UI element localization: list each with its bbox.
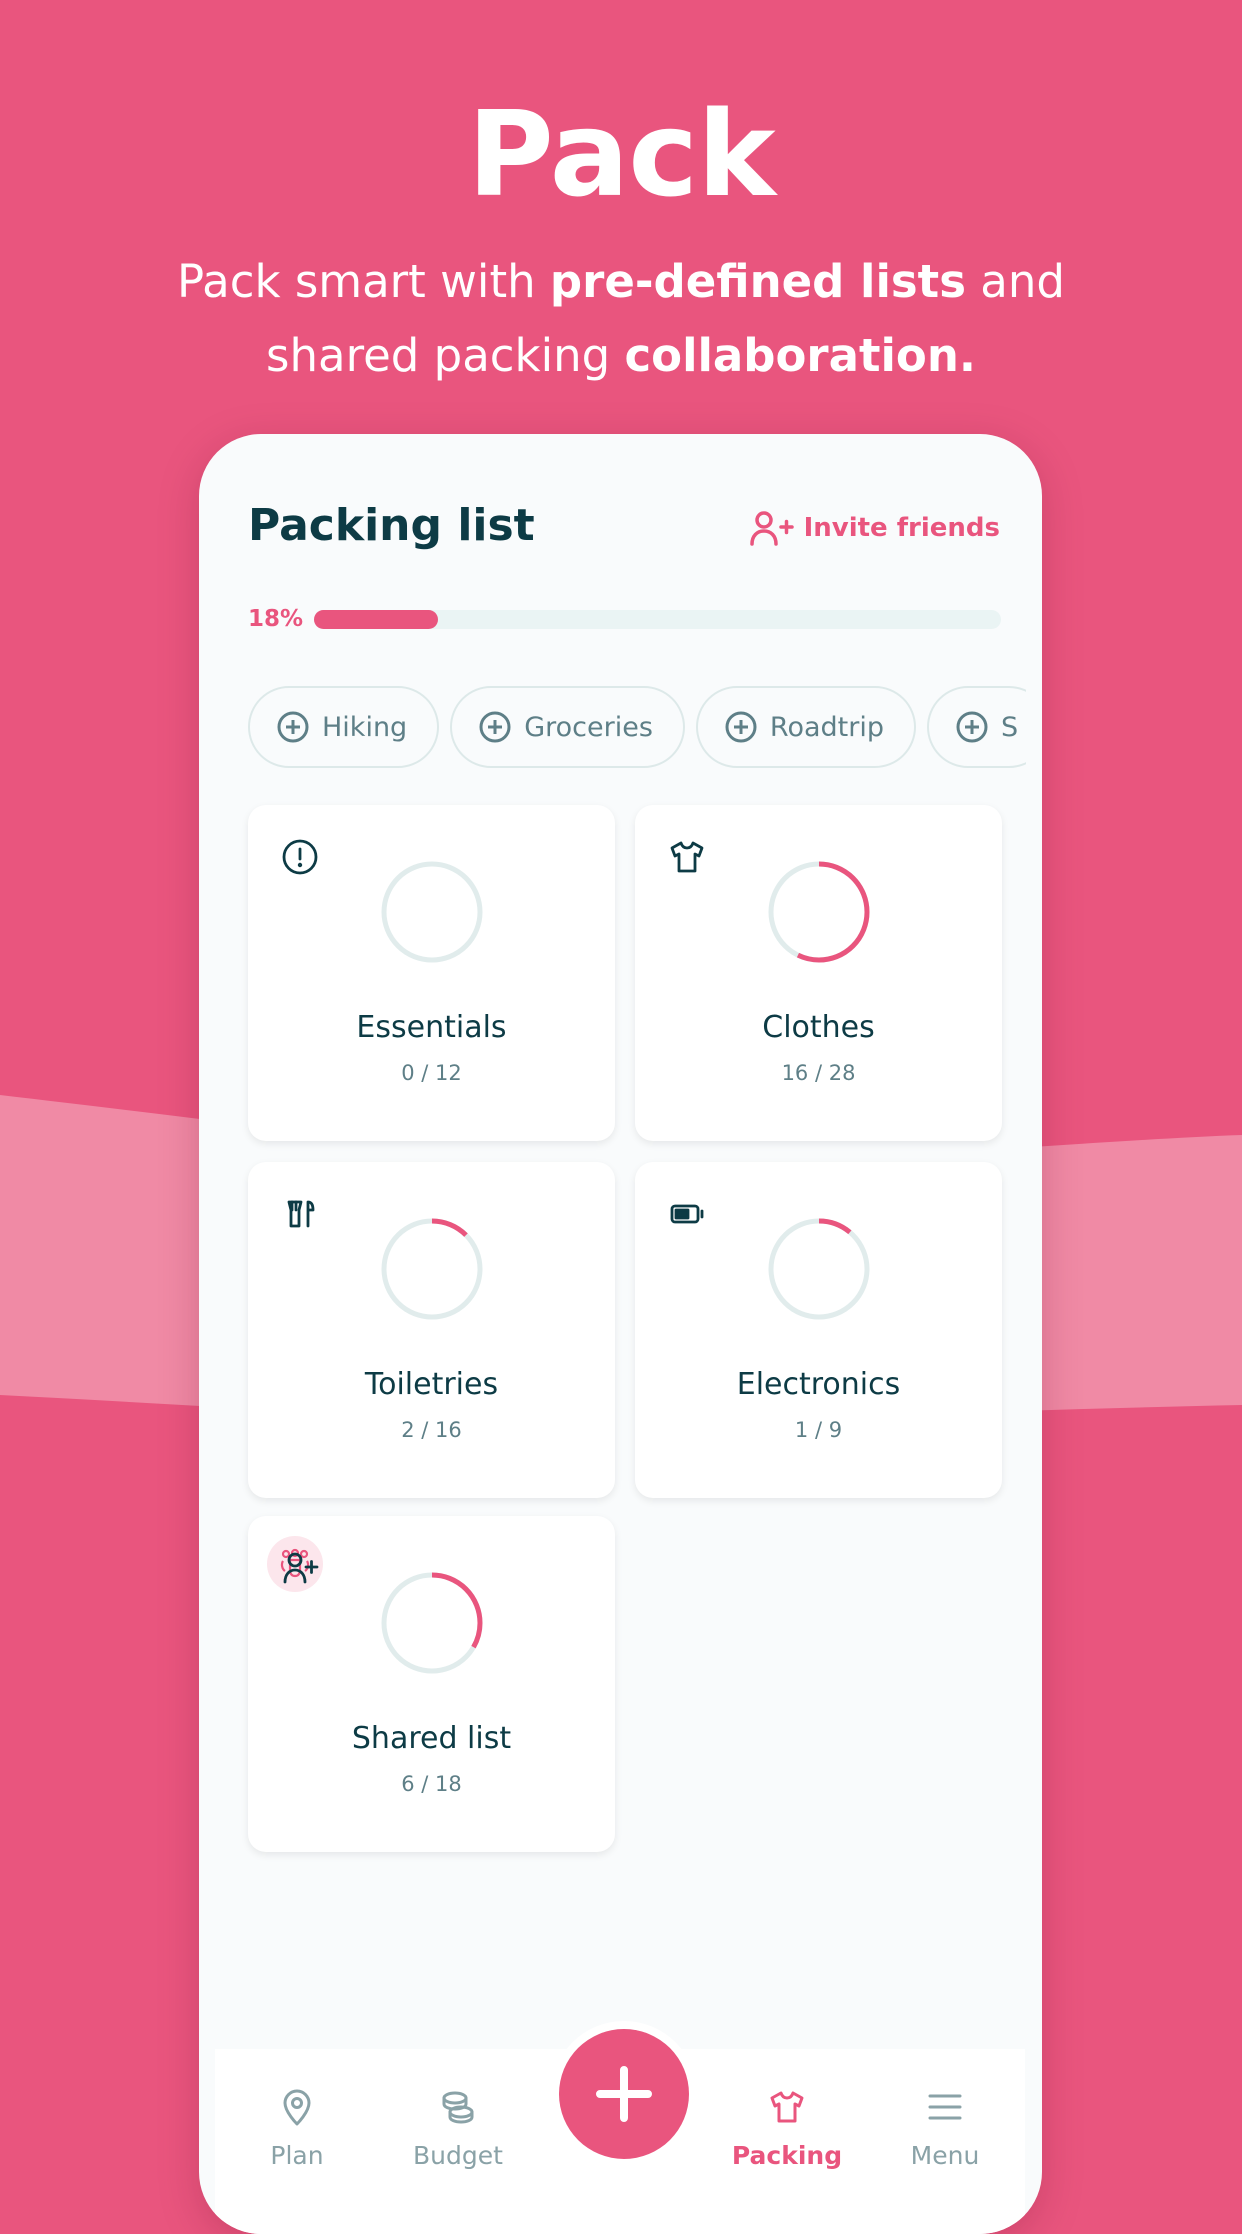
list-count: 1 / 9: [794, 1418, 843, 1442]
plus-circle-icon: [725, 711, 757, 743]
progress-ring: [381, 1218, 483, 1320]
list-count: 16 / 28: [781, 1061, 856, 1085]
add-button[interactable]: [559, 2029, 689, 2159]
hero-title: Pack: [467, 85, 775, 223]
battery-icon: [670, 1204, 704, 1224]
plus-circle-icon: [956, 711, 988, 743]
chip-groceries[interactable]: Groceries: [450, 686, 685, 768]
list-title: Shared list: [351, 1721, 512, 1756]
coins-icon: [442, 2091, 474, 2124]
map-pin-icon: [283, 2089, 311, 2126]
list-count: 2 / 16: [401, 1418, 462, 1442]
list-count: 6 / 18: [401, 1772, 462, 1796]
chip-hiking[interactable]: Hiking: [248, 686, 440, 768]
chip-s[interactable]: S: [926, 686, 1026, 768]
plus-circle-icon: [479, 711, 511, 743]
list-card-shared-list[interactable]: Shared list 6 / 18: [248, 1516, 615, 1852]
invite-friends-button[interactable]: Invite friends: [749, 510, 1000, 546]
plus-icon: [596, 2066, 652, 2122]
chip-roadtrip[interactable]: Roadtrip: [695, 686, 916, 768]
plus-circle-icon: [277, 711, 309, 743]
user-plus-icon: [749, 511, 794, 546]
user-plus-icon: [283, 1552, 319, 1584]
list-card-toiletries[interactable]: Toiletries 2 / 16: [248, 1162, 615, 1498]
list-card-essentials[interactable]: Essentials 0 / 12: [248, 805, 615, 1141]
progress-ring: [381, 1572, 483, 1674]
menu-icon: [928, 2094, 962, 2120]
progress-bar-fill: [314, 610, 438, 629]
phone-screen: Packing list Invite friends 18% Hiking Gr…: [199, 434, 1042, 2234]
template-chips: Hiking Groceries Roadtrip S: [248, 686, 1026, 770]
list-card-electronics[interactable]: Electronics 1 / 9: [635, 1162, 1002, 1498]
tshirt-icon: [770, 2091, 804, 2123]
list-title: Electronics: [736, 1367, 901, 1402]
list-title: Toiletries: [364, 1367, 499, 1402]
alert-circle-icon: [282, 839, 318, 875]
progress-ring: [768, 861, 870, 963]
progress-ring: [768, 1218, 870, 1320]
tshirt-icon: [670, 841, 704, 873]
toiletries-icon: [287, 1200, 315, 1228]
progress-bar: [314, 610, 1001, 629]
list-count: 0 / 12: [401, 1061, 462, 1085]
list-card-clothes[interactable]: Clothes 16 / 28: [635, 805, 1002, 1141]
list-title: Clothes: [762, 1010, 875, 1045]
hero-subtitle: Pack smart with pre-defined lists and sh…: [177, 255, 1065, 382]
list-title: Essentials: [356, 1010, 507, 1045]
page-title: Packing list: [248, 500, 535, 551]
progress-percent: 18%: [248, 606, 304, 632]
progress-ring: [381, 861, 483, 963]
